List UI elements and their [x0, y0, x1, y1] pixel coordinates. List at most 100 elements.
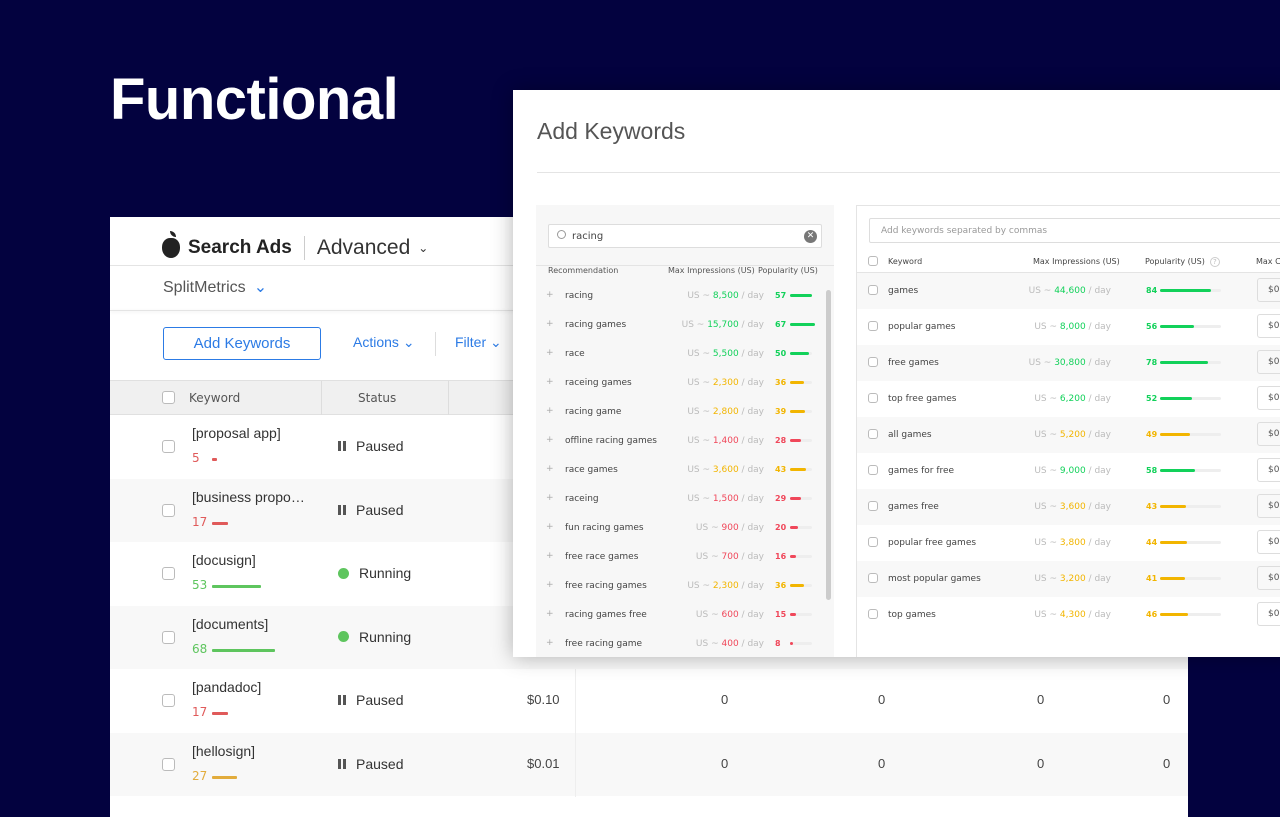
add-plus-icon[interactable]: + [546, 319, 554, 329]
row-checkbox[interactable] [162, 630, 175, 644]
table-row[interactable]: [pandadoc] 17 Paused $0.10 0 0 0 0 [110, 669, 1188, 733]
keyword-text[interactable]: [pandadoc] [192, 679, 261, 695]
add-plus-icon[interactable]: + [546, 406, 554, 416]
recommendation-row[interactable]: + racing games free US ~ 600 / day 15 [536, 601, 826, 630]
recommendation-row[interactable]: + free race games US ~ 700 / day 16 [536, 543, 826, 572]
row-checkbox[interactable] [162, 503, 175, 517]
keyword-text[interactable]: [documents] [192, 616, 268, 632]
row-checkbox[interactable] [868, 501, 878, 511]
max-cpt-input[interactable]: $0. [1257, 386, 1280, 410]
max-cpt-input[interactable]: $0. [1257, 350, 1280, 374]
actions-dropdown[interactable]: Actions ⌄ [353, 334, 415, 351]
popularity-fill [790, 526, 798, 529]
header-popularity: Popularity (US)? [1145, 257, 1220, 267]
impressions-prefix: US ~ [681, 320, 708, 330]
table-row[interactable]: [hellosign] 27 Paused $0.01 0 0 0 0 [110, 732, 1188, 797]
popularity-fill [790, 555, 797, 558]
add-plus-icon[interactable]: + [546, 522, 554, 532]
column-status[interactable]: Status [358, 391, 396, 405]
impressions-value: 600 [721, 610, 739, 620]
add-plus-icon[interactable]: + [546, 377, 554, 387]
max-cpt-input[interactable]: $0. [1257, 602, 1280, 626]
select-all-checkbox[interactable] [162, 391, 175, 404]
popularity-fill [790, 410, 805, 413]
row-checkbox[interactable] [868, 465, 878, 475]
popularity-fill [790, 468, 807, 471]
add-plus-icon[interactable]: + [546, 609, 554, 619]
scrollbar[interactable] [826, 290, 831, 600]
impressions-value: 8,500 [712, 291, 739, 301]
max-cpt-input[interactable]: $0. [1257, 530, 1280, 554]
keyword-text[interactable]: [hellosign] [192, 743, 255, 759]
mode-dropdown[interactable]: Advanced [317, 236, 410, 260]
recommendation-row[interactable]: + fun racing games US ~ 900 / day 20 [536, 514, 826, 543]
impressions: US ~ 6,200 / day [1034, 394, 1111, 404]
row-checkbox[interactable] [162, 440, 175, 453]
pause-icon [338, 695, 346, 705]
recommendation-row[interactable]: + offline racing games US ~ 1,400 / day 28 [536, 427, 826, 456]
clear-search-icon[interactable]: ✕ [804, 230, 817, 243]
popularity-fill [1160, 433, 1190, 436]
max-cpt-input[interactable]: $0. [1257, 566, 1280, 590]
selected-keyword-row: free games US ~ 30,800 / day 78 $0. [857, 345, 1280, 381]
recommendation-row[interactable]: + free racing game US ~ 400 / day 8 [536, 630, 826, 657]
recommendation-row[interactable]: + free racing games US ~ 2,300 / day 36 [536, 572, 826, 601]
add-keywords-button[interactable]: Add Keywords [163, 327, 321, 360]
impressions-value: 5,200 [1059, 430, 1086, 440]
row-checkbox[interactable] [868, 285, 878, 295]
recommendation-row[interactable]: + race games US ~ 3,600 / day 43 [536, 456, 826, 485]
add-plus-icon[interactable]: + [546, 580, 554, 590]
select-all-checkbox[interactable] [868, 256, 878, 266]
row-checkbox[interactable] [868, 609, 878, 619]
add-plus-icon[interactable]: + [546, 551, 554, 561]
keyword-text: popular games [888, 322, 956, 332]
row-checkbox[interactable] [868, 537, 878, 547]
impressions-suffix: / day [738, 291, 764, 301]
row-checkbox[interactable] [162, 694, 175, 707]
recommendation-row[interactable]: + raceing games US ~ 2,300 / day 36 [536, 369, 826, 398]
popularity-fill [1160, 505, 1187, 508]
help-icon[interactable]: ? [1209, 257, 1220, 267]
recommendation-row[interactable]: + raceing US ~ 1,500 / day 29 [536, 485, 826, 514]
keyword-text[interactable]: [business propo… [192, 489, 305, 505]
add-plus-icon[interactable]: + [546, 435, 554, 445]
row-checkbox[interactable] [868, 357, 878, 367]
actions-label: Actions [353, 334, 399, 350]
popularity-value: 5 [192, 451, 200, 465]
max-cpt-input[interactable]: $0. [1257, 278, 1280, 302]
column-keyword[interactable]: Keyword [189, 391, 240, 405]
keyword-text[interactable]: [docusign] [192, 552, 256, 568]
add-plus-icon[interactable]: + [546, 464, 554, 474]
popularity-value: 84 [1146, 286, 1158, 295]
impressions-suffix: / day [738, 610, 764, 620]
recommendation-row[interactable]: + racing US ~ 8,500 / day 57 [536, 282, 826, 311]
add-plus-icon[interactable]: + [546, 493, 554, 503]
max-cpt-input[interactable]: $0. [1257, 314, 1280, 338]
row-checkbox[interactable] [162, 757, 175, 771]
impressions-prefix: US ~ [695, 639, 722, 649]
max-cpt-input[interactable]: $0. [1257, 422, 1280, 446]
max-cpt-input[interactable]: $0. [1257, 494, 1280, 518]
row-checkbox[interactable] [868, 393, 878, 403]
popularity-bar [790, 555, 812, 558]
add-keywords-input[interactable]: Add keywords separated by commas [869, 218, 1280, 243]
filter-dropdown[interactable]: Filter ⌄ [455, 334, 502, 351]
row-checkbox[interactable] [868, 429, 878, 439]
selected-keyword-row: games for free US ~ 9,000 / day 58 $0. [857, 453, 1280, 489]
row-checkbox[interactable] [868, 573, 878, 583]
keyword-text[interactable]: [proposal app] [192, 425, 281, 441]
row-checkbox[interactable] [162, 567, 175, 580]
popularity-value: 17 [192, 705, 208, 719]
recommendation-row[interactable]: + racing game US ~ 2,800 / day 39 [536, 398, 826, 427]
recommendation-row[interactable]: + racing games US ~ 15,700 / day 67 [536, 311, 826, 340]
popularity-bar [790, 439, 812, 442]
org-selector[interactable]: SplitMetrics ⌄ [163, 277, 267, 297]
max-cpt-input[interactable]: $0. [1257, 458, 1280, 482]
recommendation-row[interactable]: + race US ~ 5,500 / day 50 [536, 340, 826, 369]
keyword-search-input[interactable]: racing ✕ [548, 224, 822, 248]
impressions: US ~ 400 / day [696, 639, 764, 649]
row-checkbox[interactable] [868, 321, 878, 331]
add-plus-icon[interactable]: + [546, 290, 554, 300]
add-plus-icon[interactable]: + [546, 348, 554, 358]
add-plus-icon[interactable]: + [546, 638, 554, 648]
